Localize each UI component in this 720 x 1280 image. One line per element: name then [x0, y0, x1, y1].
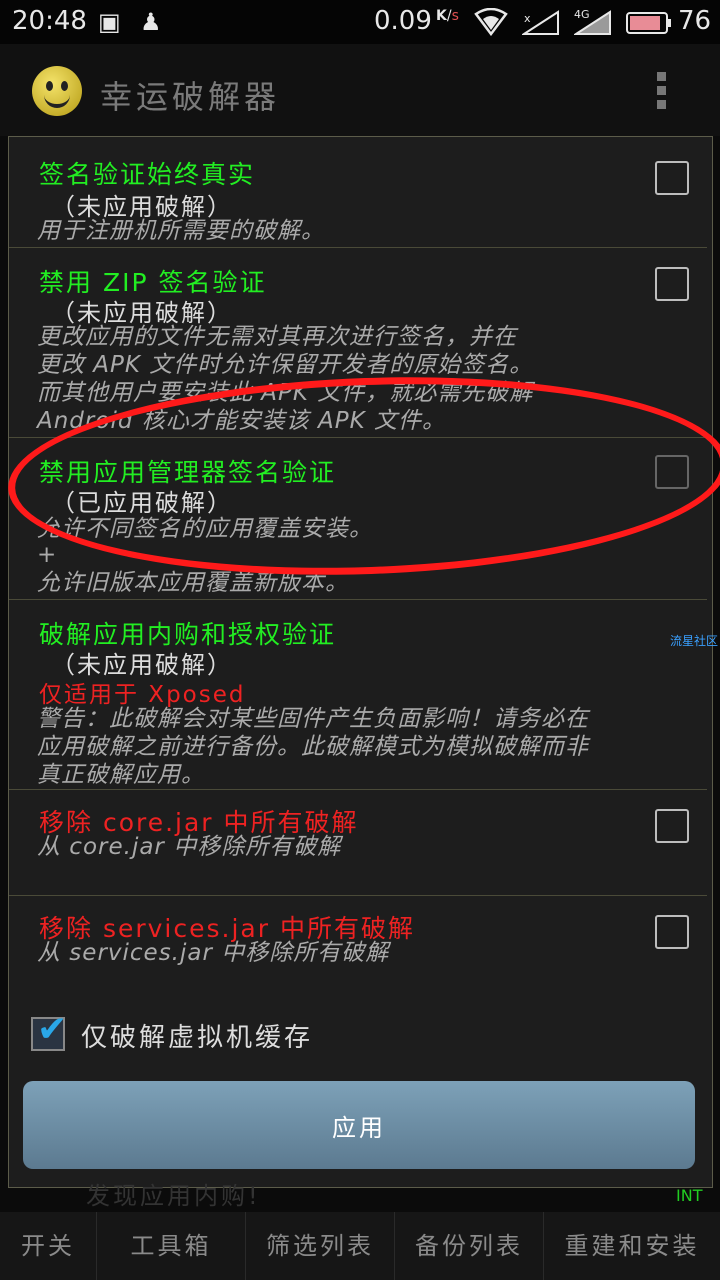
- patch-description: 从 services.jar 中移除所有破解: [37, 940, 390, 966]
- app-bar: 幸运破解器: [0, 44, 720, 136]
- patch-description-line: 而其他用户要安装此 APK 文件，就必需先破解: [37, 380, 534, 406]
- nav-rebuild-install[interactable]: 重建和安装: [544, 1212, 720, 1280]
- network-speed-unit: K/s: [436, 8, 459, 24]
- int-label: INT: [676, 1186, 703, 1205]
- clock: 20:48: [12, 6, 87, 36]
- smiley-logo-icon: [32, 66, 82, 116]
- patch-checkbox[interactable]: [655, 915, 689, 949]
- signal-icon-sim2: [574, 10, 611, 35]
- patch-description-line: 允许不同签名的应用覆盖安装。: [37, 516, 373, 542]
- bottom-nav: 开关 工具箱 筛选列表 备份列表 重建和安装: [0, 1212, 720, 1280]
- xposed-only-note: 仅适用于 Xposed: [39, 682, 246, 708]
- nav-filter-list[interactable]: 筛选列表: [246, 1212, 395, 1280]
- patch-checkbox[interactable]: [655, 267, 689, 301]
- network-speed: 0.09: [374, 6, 432, 36]
- nav-backup-list[interactable]: 备份列表: [395, 1212, 544, 1280]
- nav-toggle[interactable]: 开关: [0, 1212, 97, 1280]
- patch-description-line: +: [37, 542, 58, 568]
- wifi-icon: [474, 8, 508, 36]
- qq-notification-icon: ♟: [140, 8, 162, 36]
- checkmark-icon: ✔: [37, 1009, 68, 1050]
- status-bar: 20:48 ▣ ♟ 0.09 K/s x 4G 76: [0, 0, 720, 44]
- patch-item-signature-always-true[interactable]: 签名验证始终真实 （未应用破解） 用于注册机所需要的破解。: [9, 137, 707, 248]
- patch-status: （已应用破解）: [51, 489, 233, 517]
- nav-toolbox[interactable]: 工具箱: [97, 1212, 246, 1280]
- svg-text:x: x: [524, 12, 531, 25]
- patch-item-disable-zip-signature[interactable]: 禁用 ZIP 签名验证 （未应用破解） 更改应用的文件无需对其再次进行签名，并在…: [9, 247, 707, 438]
- patch-checkbox[interactable]: [655, 161, 689, 195]
- image-notification-icon: ▣: [98, 8, 121, 36]
- inapp-hint-text: 发现应用内购!: [86, 1182, 261, 1210]
- patch-description: 从 core.jar 中移除所有破解: [37, 834, 342, 860]
- app-title: 幸运破解器: [100, 78, 281, 116]
- patch-warning-line: 真正破解应用。: [37, 762, 205, 788]
- patch-description-line: 允许旧版本应用覆盖新版本。: [37, 570, 349, 596]
- patch-description-line: 更改 APK 文件时允许保留开发者的原始签名。: [37, 352, 534, 378]
- patch-checkbox[interactable]: [655, 455, 689, 489]
- vm-cache-checkbox[interactable]: ✔: [31, 1009, 67, 1051]
- patch-description-line: Android 核心才能安装该 APK 文件。: [37, 408, 447, 434]
- battery-level: 76: [678, 6, 712, 36]
- overflow-menu-icon[interactable]: [657, 72, 669, 112]
- vm-cache-label: 仅破解虚拟机缓存: [81, 1023, 314, 1053]
- patch-description: 用于注册机所需要的破解。: [37, 218, 325, 244]
- patch-item-remove-services-jar[interactable]: 移除 services.jar 中所有破解 从 services.jar 中移除…: [9, 895, 707, 1001]
- apply-button[interactable]: 应用: [23, 1081, 695, 1169]
- signal-icon-sim1: x: [522, 10, 559, 35]
- battery-icon: [626, 12, 671, 34]
- patch-warning-line: 应用破解之前进行备份。此破解模式为模拟破解而非: [37, 734, 589, 760]
- patch-dialog: 签名验证始终真实 （未应用破解） 用于注册机所需要的破解。 禁用 ZIP 签名验…: [8, 136, 713, 1188]
- patch-checkbox[interactable]: [655, 809, 689, 843]
- patch-title: 签名验证始终真实: [39, 160, 256, 189]
- patch-item-remove-core-jar[interactable]: 移除 core.jar 中所有破解 从 core.jar 中移除所有破解: [9, 789, 707, 896]
- patch-item-inapp-purchase[interactable]: 破解应用内购和授权验证 （未应用破解） 仅适用于 Xposed 警告：此破解会对…: [9, 599, 707, 790]
- watermark-label: 流星社区: [670, 634, 719, 648]
- patch-warning-line: 警告：此破解会对某些固件产生负面影响！请务必在: [37, 706, 589, 732]
- patch-item-disable-package-manager-signature[interactable]: 禁用应用管理器签名验证 （已应用破解） 允许不同签名的应用覆盖安装。 + 允许旧…: [9, 437, 707, 600]
- patch-description-line: 更改应用的文件无需对其再次进行签名，并在: [37, 324, 517, 350]
